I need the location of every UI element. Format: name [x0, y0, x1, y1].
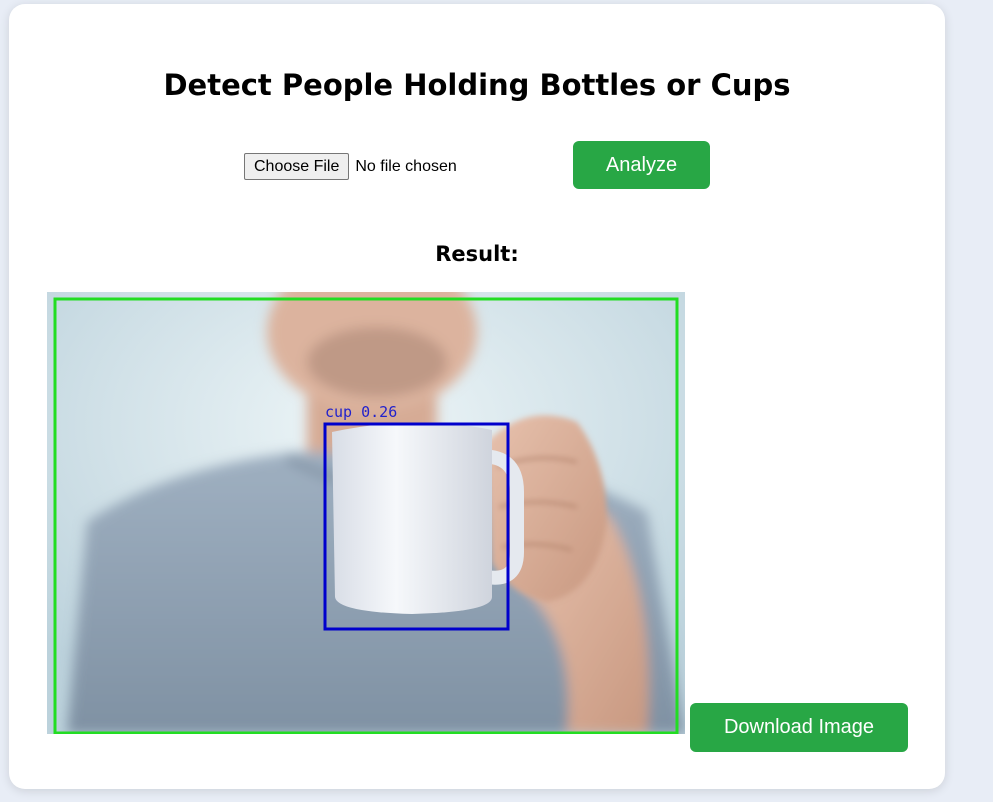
result-heading: Result:: [435, 242, 519, 266]
mug: [332, 422, 524, 614]
file-upload-row: Choose File No file chosen: [244, 153, 457, 180]
result-image: cup 0.26: [47, 292, 685, 734]
download-image-button[interactable]: Download Image: [690, 703, 908, 752]
analyze-button[interactable]: Analyze: [573, 141, 710, 189]
main-card: Detect People Holding Bottles or Cups Ch…: [9, 4, 945, 789]
choose-file-button[interactable]: Choose File: [244, 153, 350, 180]
result-image-canvas: cup 0.26: [47, 292, 685, 734]
page-title: Detect People Holding Bottles or Cups: [163, 68, 791, 102]
file-status-text: No file chosen: [355, 157, 457, 175]
cup-detection-label: cup 0.26: [325, 403, 397, 421]
